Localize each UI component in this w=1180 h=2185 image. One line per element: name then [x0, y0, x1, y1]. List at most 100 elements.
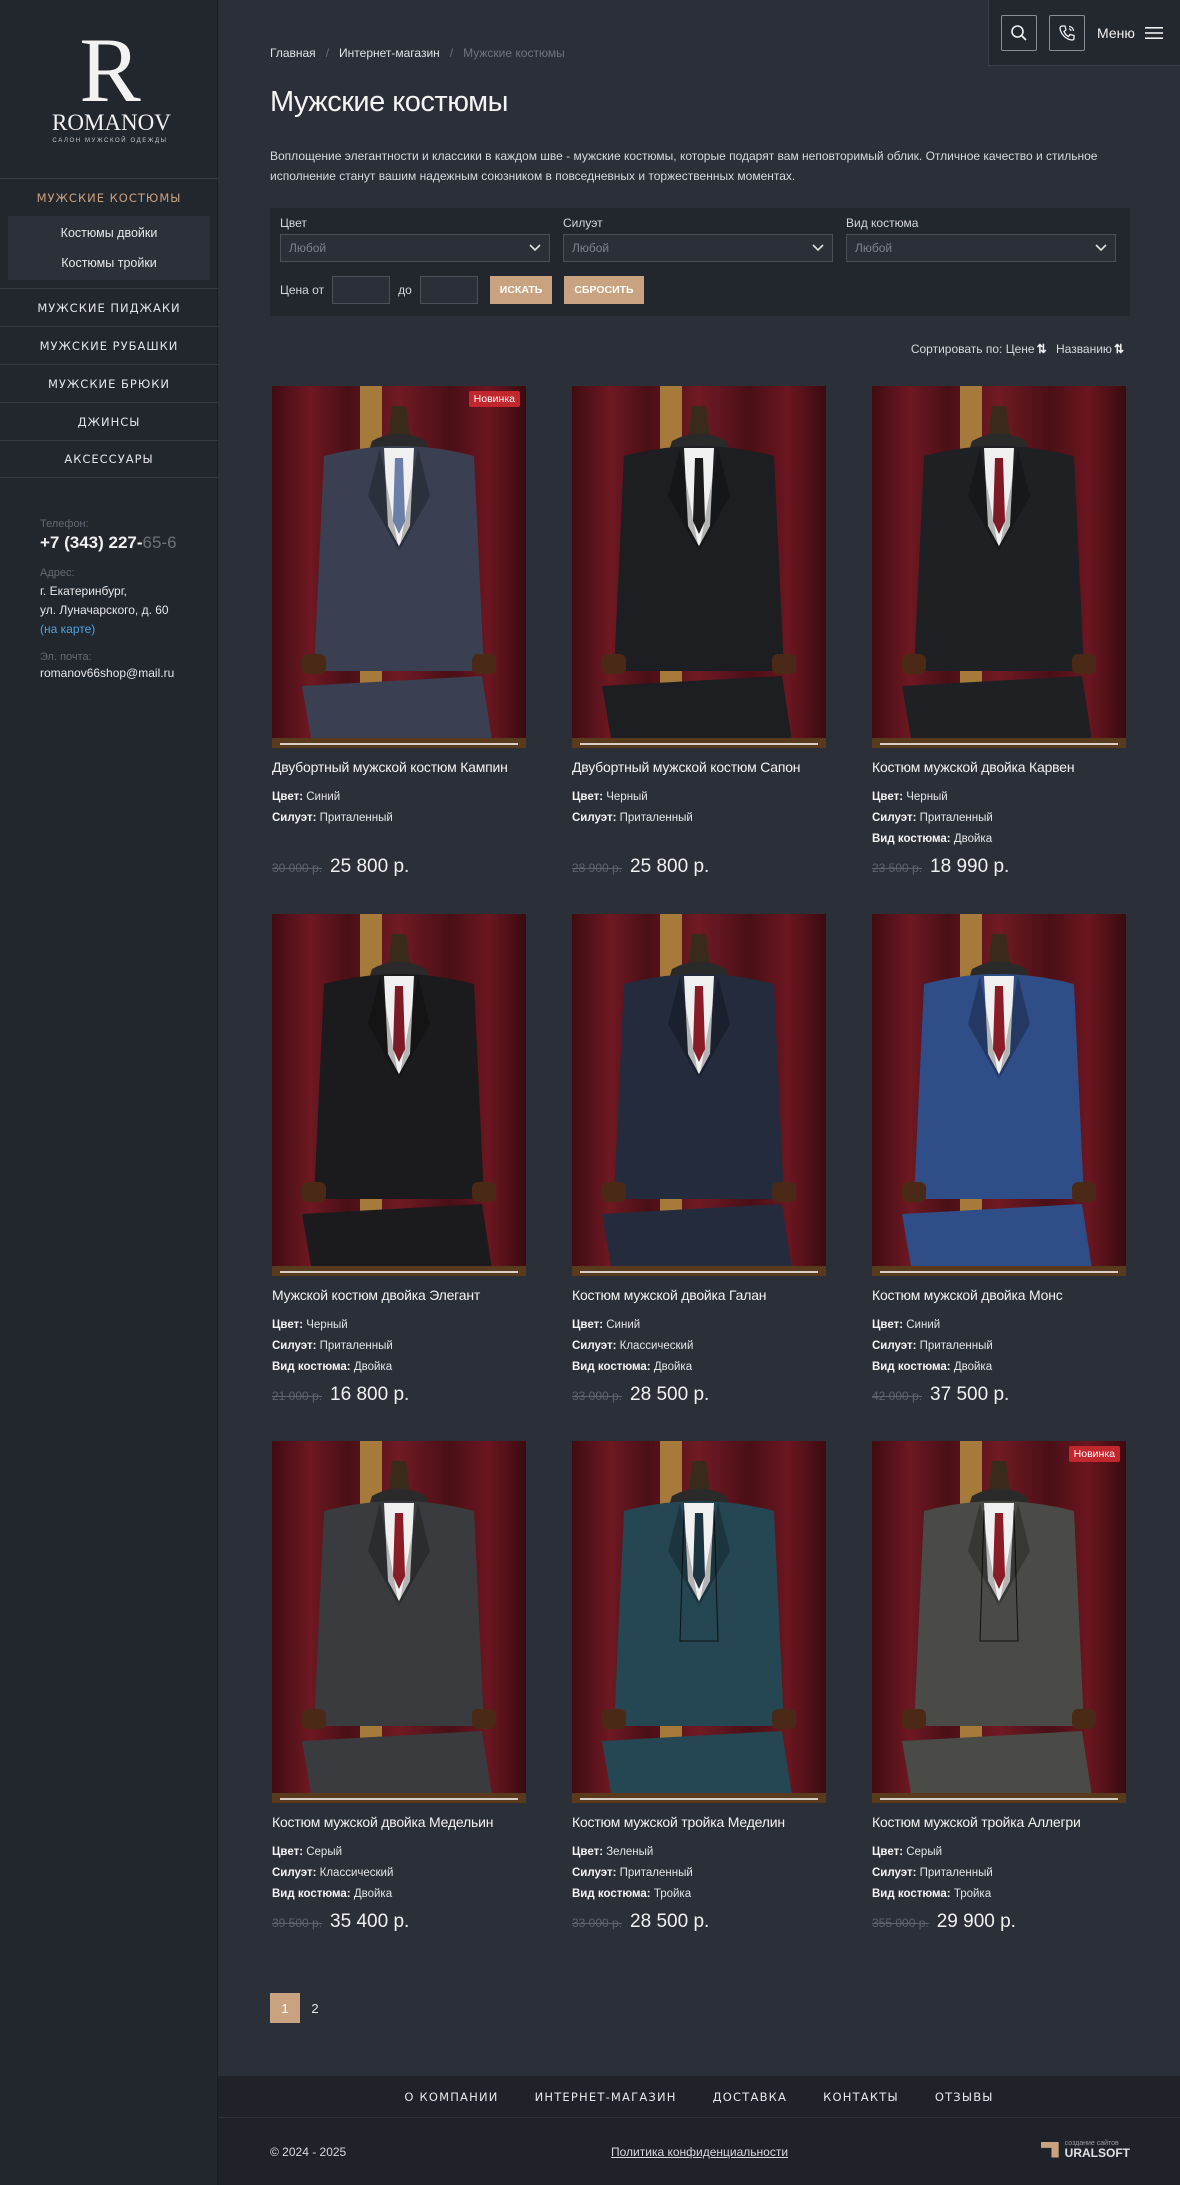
sidebar-item-trousers[interactable]: МУЖСКИЕ БРЮКИ: [0, 364, 218, 402]
filter-color-select[interactable]: Любой: [280, 234, 550, 262]
product-silhouette: Силуэт: Приталенный: [272, 1336, 528, 1357]
filter-type-select[interactable]: Любой: [846, 234, 1116, 262]
attr-value: Синий: [906, 1319, 941, 1331]
product-color: Цвет: Серый: [272, 1842, 528, 1863]
filter-color-label: Цвет: [280, 216, 307, 230]
product-photo[interactable]: [272, 914, 526, 1276]
product-type: Вид костюма: Двойка: [572, 1357, 828, 1378]
attr-label: Цвет:: [272, 791, 304, 803]
filter-silhouette-label: Силуэт: [563, 216, 603, 230]
product-photo[interactable]: [872, 914, 1126, 1276]
current-price: 37 500 р.: [930, 1384, 1010, 1405]
breadcrumb-home[interactable]: Главная: [270, 46, 316, 60]
sidebar-subitem-three-piece[interactable]: Костюмы тройки: [8, 248, 210, 278]
price-from-input[interactable]: [332, 276, 391, 304]
product-prices: 42 000 р. 37 500 р.: [872, 1384, 1128, 1406]
sidebar-item-jackets[interactable]: МУЖСКИЕ ПИДЖАКИ: [0, 288, 218, 326]
attr-label: Вид костюма:: [572, 1361, 651, 1373]
logo[interactable]: R ROMANOV САЛОН МУЖСКОЙ ОДЕЖДЫ: [52, 24, 171, 144]
map-link[interactable]: (на карте): [40, 620, 210, 639]
current-price: 25 800 р.: [630, 856, 710, 877]
attr-label: Силуэт:: [272, 812, 317, 824]
filter-color: Цвет Любой: [280, 216, 550, 262]
product-card[interactable]: Костюм мужской двойка Галан Цвет: Синий Си…: [572, 914, 828, 1406]
product-name[interactable]: Костюм мужской двойка Галан: [572, 1287, 828, 1303]
attr-value: Зеленый: [606, 1846, 654, 1858]
footer-link-shop[interactable]: ИНТЕРНЕТ-МАГАЗИН: [535, 2090, 677, 2104]
sort-arrows-icon[interactable]: ⇅: [1114, 342, 1124, 356]
menu-label[interactable]: Меню: [1097, 25, 1135, 41]
footer-link-reviews[interactable]: ОТЗЫВЫ: [935, 2090, 994, 2104]
product-card[interactable]: Новинка Костюм мужской тройка Аллегри Цвет…: [872, 1441, 1128, 1933]
footer-nav: О КОМПАНИИ ИНТЕРНЕТ-МАГАЗИН ДОСТАВКА КОН…: [218, 2076, 1180, 2118]
privacy-policy-link[interactable]: Политика конфиденциальности: [611, 2145, 788, 2159]
product-photo[interactable]: [872, 386, 1126, 748]
current-price: 28 500 р.: [630, 1911, 710, 1932]
product-name[interactable]: Костюм мужской двойка Монс: [872, 1287, 1128, 1303]
footer-link-delivery[interactable]: ДОСТАВКА: [713, 2090, 787, 2104]
page-1-button[interactable]: 1: [270, 1993, 300, 2023]
chevron-down-icon: [529, 244, 541, 252]
new-badge: Новинка: [468, 391, 520, 407]
product-card[interactable]: Мужской костюм двойка Элегант Цвет: Черны…: [272, 914, 528, 1406]
product-name[interactable]: Двубортный мужской костюм Сапон: [572, 759, 828, 775]
phone-number[interactable]: +7 (343) 227-65-6: [40, 533, 210, 553]
search-filter-button[interactable]: ИСКАТЬ: [489, 276, 553, 304]
old-price: 21 000 р.: [272, 1389, 323, 1403]
product-photo[interactable]: [572, 914, 826, 1276]
sidebar-item-suits[interactable]: МУЖСКИЕ КОСТЮМЫ: [0, 178, 218, 216]
sort-arrows-icon[interactable]: ⇅: [1037, 342, 1047, 356]
product-name[interactable]: Двубортный мужской костюм Кампин: [272, 759, 528, 775]
product-card[interactable]: Костюм мужской двойка Монс Цвет: Синий Сил…: [872, 914, 1128, 1406]
phone-button[interactable]: [1049, 14, 1085, 51]
sidebar-item-jeans[interactable]: ДЖИНСЫ: [0, 402, 218, 440]
email-label: Эл. почта:: [40, 651, 92, 663]
product-card[interactable]: Костюм мужской тройка Меделин Цвет: Зелен…: [572, 1441, 828, 1933]
sidebar-contacts: Телефон: +7 (343) 227-65-6 Адрес: г. Ека…: [40, 518, 210, 680]
phone-number-main: +7 (343) 227-: [40, 533, 143, 552]
hamburger-icon[interactable]: [1144, 26, 1163, 40]
product-card[interactable]: Новинка Двубортный мужской костюм Кампин Ц…: [272, 386, 528, 878]
product-name[interactable]: Мужской костюм двойка Элегант: [272, 1287, 528, 1303]
chevron-down-icon: [812, 244, 824, 252]
page-intro: Воплощение элегантности и классики в каж…: [270, 149, 1098, 183]
attr-label: Цвет:: [872, 1846, 904, 1858]
sidebar-item-shirts[interactable]: МУЖСКИЕ РУБАШКИ: [0, 326, 218, 364]
product-photo[interactable]: Новинка: [872, 1441, 1126, 1803]
product-photo[interactable]: Новинка: [272, 386, 526, 748]
sidebar-item-accessories[interactable]: АКСЕССУАРЫ: [0, 440, 218, 478]
product-name[interactable]: Костюм мужской тройка Аллегри: [872, 1814, 1128, 1830]
attr-label: Силуэт:: [572, 812, 617, 824]
reset-filter-button[interactable]: СБРОСИТЬ: [564, 276, 644, 304]
logo-name: ROMANOV: [52, 110, 171, 135]
product-photo[interactable]: [572, 386, 826, 748]
attr-label: Цвет:: [572, 1319, 604, 1331]
footer-link-about[interactable]: О КОМПАНИИ: [404, 2090, 498, 2104]
sidebar-subitem-two-piece[interactable]: Костюмы двойки: [8, 218, 210, 248]
attr-value: Классический: [619, 1340, 694, 1352]
filter-silhouette-select[interactable]: Любой: [563, 234, 833, 262]
phone-label: Телефон:: [40, 518, 89, 530]
product-card[interactable]: Костюм мужской двойка Медельин Цвет: Серы…: [272, 1441, 528, 1933]
price-to-input[interactable]: [419, 276, 478, 304]
attr-label: Силуэт:: [872, 812, 917, 824]
product-card[interactable]: Двубортный мужской костюм Сапон Цвет: Чер…: [572, 386, 828, 878]
sort-by-name[interactable]: Названию: [1056, 342, 1112, 356]
suit-image: [572, 914, 826, 1276]
product-photo[interactable]: [272, 1441, 526, 1803]
product-card[interactable]: Костюм мужской двойка Карвен Цвет: Черный…: [872, 386, 1128, 878]
product-type: Вид костюма: Двойка: [272, 1884, 528, 1905]
email-link[interactable]: romanov66shop@mail.ru: [40, 666, 210, 680]
sort-by-price[interactable]: Цене: [1006, 342, 1035, 356]
product-color: Цвет: Серый: [872, 1842, 1128, 1863]
product-name[interactable]: Костюм мужской двойка Медельин: [272, 1814, 528, 1830]
breadcrumb-shop[interactable]: Интернет-магазин: [339, 46, 440, 60]
search-button[interactable]: [1001, 14, 1037, 51]
product-name[interactable]: Костюм мужской тройка Меделин: [572, 1814, 828, 1830]
developer-logo[interactable]: создание сайтов URALSOFT: [1040, 2140, 1130, 2159]
footer-link-contacts[interactable]: КОНТАКТЫ: [823, 2090, 899, 2104]
page-2-button[interactable]: 2: [300, 1993, 330, 2023]
product-name[interactable]: Костюм мужской двойка Карвен: [872, 759, 1128, 775]
product-photo[interactable]: [572, 1441, 826, 1803]
old-price: 30 000 р.: [272, 861, 323, 875]
